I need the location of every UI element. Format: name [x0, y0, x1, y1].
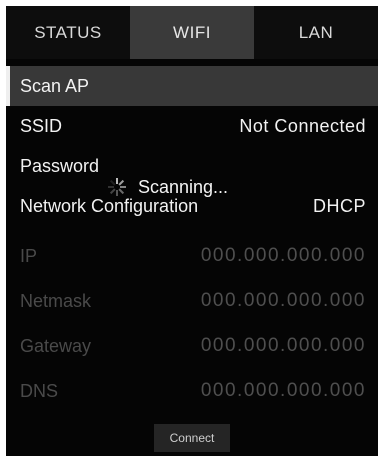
ssid-row[interactable]: SSID Not Connected: [6, 106, 378, 146]
dns-row: DNS 000.000.000.000: [6, 371, 378, 411]
ip-row: IP 000.000.000.000: [6, 236, 378, 276]
ip-label: IP: [20, 245, 38, 266]
ip-value: 000.000.000.000: [200, 245, 366, 266]
tab-bar: STATUS WIFI LAN: [6, 6, 378, 59]
connect-button[interactable]: Connect: [154, 424, 230, 452]
gateway-value: 000.000.000.000: [200, 335, 366, 356]
tab-status[interactable]: STATUS: [6, 6, 130, 59]
netmask-label: Netmask: [20, 290, 92, 311]
network-configuration-value: DHCP: [312, 195, 366, 216]
wifi-settings-screen: STATUS WIFI LAN Scan AP SSID Not Connect…: [6, 6, 378, 456]
gateway-row: Gateway 000.000.000.000: [6, 326, 378, 366]
scan-ap-label: Scan AP: [20, 75, 90, 96]
tab-wifi[interactable]: WIFI: [130, 6, 254, 59]
scanning-overlay: Scanning...: [106, 172, 228, 202]
password-label: Password: [20, 155, 100, 176]
netmask-row: Netmask 000.000.000.000: [6, 281, 378, 321]
dns-label: DNS: [20, 380, 59, 401]
scan-ap-item[interactable]: Scan AP: [6, 66, 378, 106]
netmask-value: 000.000.000.000: [200, 290, 366, 311]
device-frame: STATUS WIFI LAN Scan AP SSID Not Connect…: [0, 0, 380, 462]
selection-indicator: [6, 66, 10, 106]
gateway-label: Gateway: [20, 335, 92, 356]
scanning-text: Scanning...: [138, 176, 229, 197]
ssid-label: SSID: [20, 115, 63, 136]
tab-lan[interactable]: LAN: [254, 6, 378, 59]
loading-spinner-icon: [106, 176, 128, 198]
dns-value: 000.000.000.000: [200, 380, 366, 401]
ssid-value: Not Connected: [239, 115, 366, 136]
